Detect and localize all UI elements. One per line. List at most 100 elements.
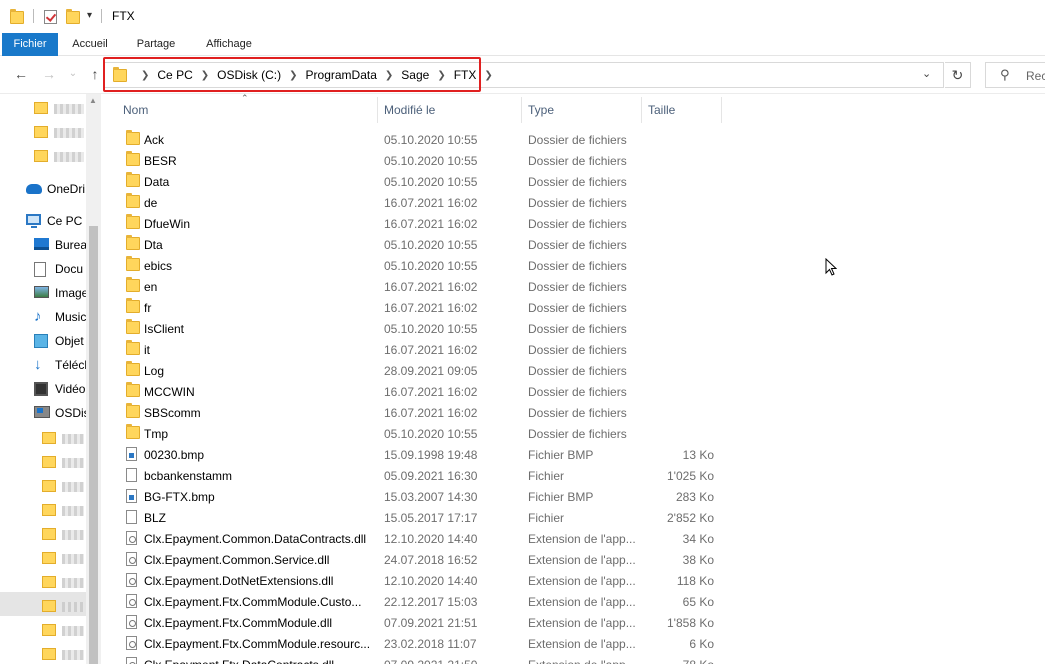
file-modified-date: 05.10.2020 10:55 xyxy=(384,133,478,147)
file-row[interactable]: Clx.Epayment.Ftx.CommModule.resourc... 23… xyxy=(117,633,722,654)
sidebar-item-musique[interactable]: ♪ Music xyxy=(0,306,86,328)
address-bar[interactable]: ❯ Ce PC ❯ OSDisk (C:) ❯ ProgramData ❯ Sa… xyxy=(103,57,944,92)
sidebar-scrollbar[interactable]: ▲ xyxy=(86,94,101,664)
new-folder-icon[interactable] xyxy=(66,8,80,26)
sidebar-item-blurred[interactable] xyxy=(0,428,86,450)
sidebar-item-objets-3d[interactable]: Objet xyxy=(0,330,86,352)
file-row[interactable]: Clx.Epayment.Ftx.CommModule.dll 07.09.202… xyxy=(117,612,722,633)
folder-icon xyxy=(42,648,56,663)
sidebar-item-blurred[interactable] xyxy=(0,98,86,120)
file-row[interactable]: Clx.Epayment.Common.Service.dll 24.07.201… xyxy=(117,549,722,570)
sidebar-item-blurred[interactable] xyxy=(0,122,86,144)
file-row[interactable]: MCCWIN 16.07.2021 16:02 Dossier de fichier… xyxy=(117,381,722,402)
folder-icon[interactable] xyxy=(10,8,24,26)
file-row[interactable]: Log 28.09.2021 09:05 Dossier de fichiers xyxy=(117,360,722,381)
sidebar-item-documents[interactable]: Docu xyxy=(0,258,86,280)
scroll-up-arrow-icon[interactable]: ▲ xyxy=(89,96,97,105)
file-row[interactable]: BLZ 15.05.2017 17:17 Fichier 2'852 Ko xyxy=(117,507,722,528)
up-arrow-icon[interactable]: ↑ xyxy=(86,65,104,83)
address-dropdown-chevron-icon[interactable]: ⌄ xyxy=(922,67,931,80)
file-row[interactable]: SBScomm 16.07.2021 16:02 Dossier de fichie… xyxy=(117,402,722,423)
properties-check-icon[interactable] xyxy=(44,8,57,26)
sidebar-item-blurred[interactable] xyxy=(0,572,86,594)
file-modified-date: 05.10.2020 10:55 xyxy=(384,259,478,273)
file-row[interactable]: DfueWin 16.07.2021 16:02 Dossier de fichie… xyxy=(117,213,722,234)
sidebar-item-blurred[interactable] xyxy=(0,644,86,664)
file-row[interactable]: Tmp 05.10.2020 10:55 Dossier de fichiers xyxy=(117,423,722,444)
column-divider[interactable] xyxy=(721,97,722,123)
file-modified-date: 05.10.2020 10:55 xyxy=(384,154,478,168)
file-name: Clx.Epayment.Ftx.DataContracts.dll xyxy=(144,658,374,664)
column-header-modified[interactable]: Modifié le xyxy=(378,97,522,123)
file-row[interactable]: it 16.07.2021 16:02 Dossier de fichiers xyxy=(117,339,722,360)
sidebar-item-blurred[interactable] xyxy=(0,500,86,522)
file-type: Extension de l'app... xyxy=(528,553,636,567)
breadcrumb-chevron-icon[interactable]: ❯ xyxy=(484,70,492,81)
tab-partage[interactable]: Partage xyxy=(126,33,186,56)
sidebar-item-images[interactable]: Image xyxy=(0,282,87,304)
file-name: de xyxy=(144,196,158,210)
sidebar-item-onedrive[interactable]: OneDri xyxy=(0,178,86,200)
file-row[interactable]: Clx.Epayment.Ftx.CommModule.Custo... 22.1… xyxy=(117,591,722,612)
file-row[interactable]: Clx.Epayment.DotNetExtensions.dll 12.10.2… xyxy=(117,570,722,591)
file-row[interactable]: IsClient 05.10.2020 10:55 Dossier de fichi… xyxy=(117,318,722,339)
file-row[interactable]: en 16.07.2021 16:02 Dossier de fichiers xyxy=(117,276,722,297)
sidebar-item-bureau[interactable]: Burea xyxy=(0,234,87,256)
file-name: BLZ xyxy=(144,511,167,525)
blurred-label xyxy=(62,650,84,660)
refresh-icon[interactable]: ↻ xyxy=(945,62,971,88)
sidebar-item-blurred[interactable] xyxy=(0,524,86,546)
blurred-label xyxy=(62,434,84,444)
sidebar-item-telechargements[interactable]: ↓ Téléch xyxy=(0,354,87,376)
tab-affichage[interactable]: Affichage xyxy=(194,33,264,56)
file-row[interactable]: de 16.07.2021 16:02 Dossier de fichiers xyxy=(117,192,722,213)
sidebar-item-ce-pc[interactable]: Ce PC xyxy=(0,210,86,232)
file-row[interactable]: BESR 05.10.2020 10:55 Dossier de fichiers xyxy=(117,150,722,171)
file-row[interactable]: BG-FTX.bmp 15.03.2007 14:30 Fichier BMP 283… xyxy=(117,486,722,507)
sidebar-item-videos[interactable]: Vidéo xyxy=(0,378,86,400)
search-input[interactable]: ⚲ Rec xyxy=(985,62,1045,88)
column-header-name[interactable]: Nom xyxy=(117,97,377,123)
file-row[interactable]: bcbankenstamm 05.09.2021 16:30 Fichier 1'02… xyxy=(117,465,722,486)
column-header-type[interactable]: Type xyxy=(522,97,642,123)
folder-icon xyxy=(42,456,56,471)
sidebar-item-label: Image xyxy=(55,286,87,300)
customize-dropdown-icon[interactable]: ▾ xyxy=(87,10,92,21)
recent-locations-chevron-icon[interactable]: ⌄ xyxy=(64,65,82,83)
file-row[interactable]: Dta 05.10.2020 10:55 Dossier de fichiers xyxy=(117,234,722,255)
window-title: FTX xyxy=(112,9,135,23)
file-row[interactable]: fr 16.07.2021 16:02 Dossier de fichiers xyxy=(117,297,722,318)
file-type: Extension de l'app... xyxy=(528,574,636,588)
sidebar-item-blurred[interactable] xyxy=(0,548,86,570)
sidebar-item-blurred[interactable] xyxy=(0,452,86,474)
file-row[interactable]: Ack 05.10.2020 10:55 Dossier de fichiers xyxy=(117,129,722,150)
sidebar-item-blurred[interactable] xyxy=(0,146,86,168)
file-name: Data xyxy=(144,175,170,189)
file-name: SBScomm xyxy=(144,406,201,420)
sidebar-item-blurred[interactable] xyxy=(0,596,86,618)
blurred-label xyxy=(62,506,84,516)
file-name: MCCWIN xyxy=(144,385,195,399)
file-row[interactable]: ebics 05.10.2020 10:55 Dossier de fichiers xyxy=(117,255,722,276)
file-row[interactable]: Clx.Epayment.Ftx.DataContracts.dll 07.09.… xyxy=(117,654,722,664)
back-arrow-icon[interactable]: ← xyxy=(12,65,30,83)
folder-icon xyxy=(34,150,48,165)
scrollbar-thumb[interactable] xyxy=(89,226,98,664)
file-name: Ack xyxy=(144,133,165,147)
file-row[interactable]: 00230.bmp 15.09.1998 19:48 Fichier BMP 13 K… xyxy=(117,444,722,465)
sidebar-item-blurred[interactable] xyxy=(0,620,86,642)
sidebar-item-osdisk[interactable]: OSDis xyxy=(0,402,87,424)
sidebar-item-blurred[interactable] xyxy=(0,476,86,498)
file-type: Dossier de fichiers xyxy=(528,238,627,252)
folder-icon xyxy=(42,528,56,543)
file-row[interactable]: Clx.Epayment.Common.DataContracts.dll 12.… xyxy=(117,528,722,549)
file-modified-date: 05.10.2020 10:55 xyxy=(384,238,478,252)
file-type: Dossier de fichiers xyxy=(528,322,627,336)
forward-arrow-icon[interactable]: → xyxy=(40,65,58,83)
folder-icon xyxy=(42,432,56,447)
tab-accueil[interactable]: Accueil xyxy=(62,33,118,56)
navigation-bar: ← → ⌄ ↑ ❯ Ce PC ❯ OSDisk (C:) ❯ ProgramD… xyxy=(0,56,1045,94)
tab-fichier[interactable]: Fichier xyxy=(2,33,58,56)
column-header-size[interactable]: Taille xyxy=(642,97,722,123)
file-row[interactable]: Data 05.10.2020 10:55 Dossier de fichiers xyxy=(117,171,722,192)
